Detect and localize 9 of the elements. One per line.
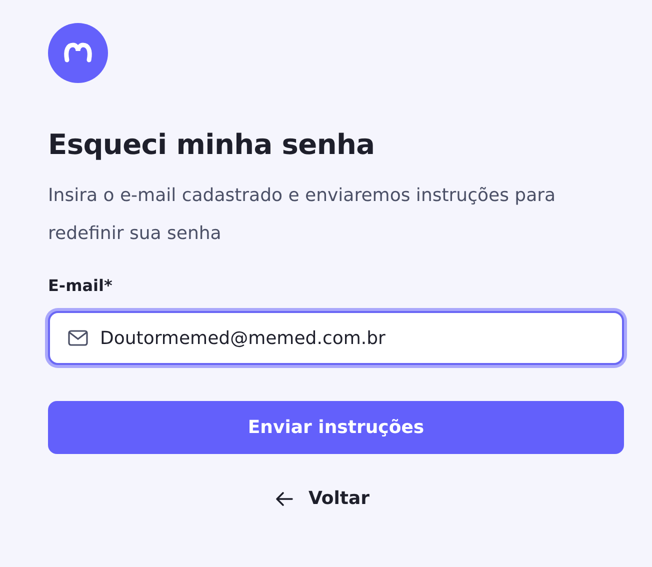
logo-icon	[48, 23, 108, 83]
email-field[interactable]: Doutormemed@memed.com.br	[48, 311, 624, 365]
page-title: Esqueci minha senha	[48, 127, 376, 163]
mail-icon	[68, 330, 88, 346]
page-description: Insira o e-mail cadastrado e enviaremos instruções para redefinir sua senha	[48, 184, 557, 246]
arrow-left-icon	[274, 490, 294, 506]
back-link[interactable]: Voltar	[274, 488, 370, 509]
email-label: E-mail*	[48, 275, 114, 297]
submit-button[interactable]: Enviar instruções	[48, 401, 624, 454]
